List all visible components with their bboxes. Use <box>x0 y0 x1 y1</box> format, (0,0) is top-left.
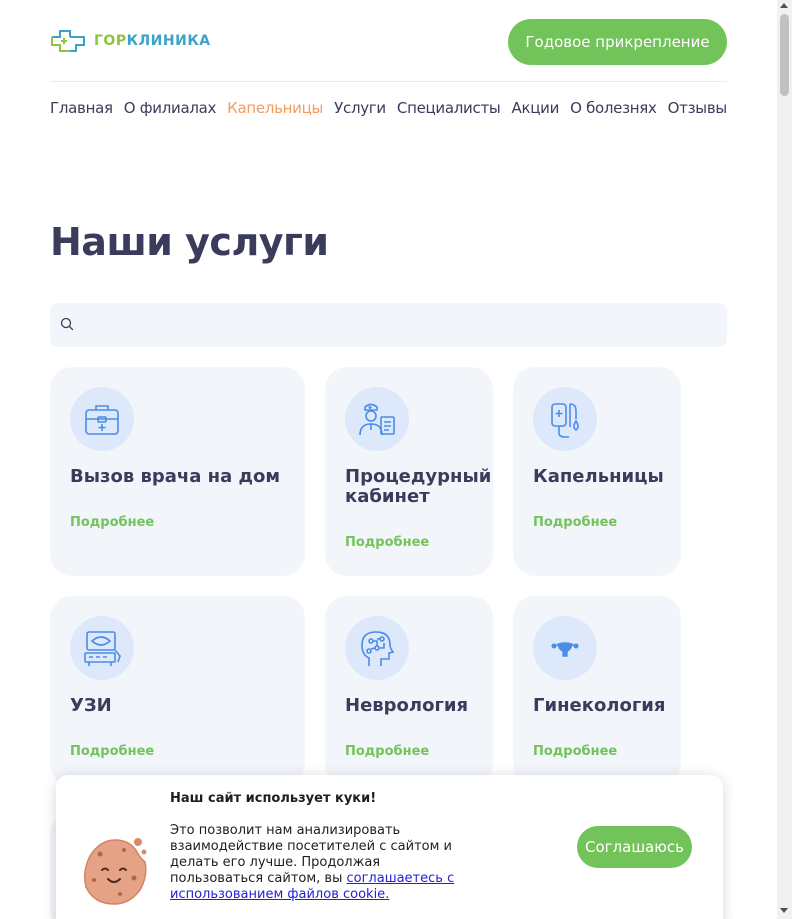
service-card-neurology[interactable]: Неврология Подробнее <box>325 596 493 786</box>
header-divider <box>50 81 727 82</box>
card-more-link[interactable]: Подробнее <box>70 744 154 759</box>
card-more-link[interactable]: Подробнее <box>70 515 154 530</box>
nav-item-specialists[interactable]: Специалисты <box>397 99 501 117</box>
nav-item-promotions[interactable]: Акции <box>512 99 560 117</box>
search-bar <box>50 303 727 347</box>
main-nav: Главная О филиалах Капельницы Услуги Спе… <box>50 99 727 117</box>
page-title: Наши услуги <box>50 220 329 264</box>
annual-subscription-button[interactable]: Годовое прикрепление <box>508 19 727 65</box>
nav-item-reviews[interactable]: Отзывы <box>668 99 728 117</box>
card-title: Гинекология <box>533 695 666 716</box>
card-title: Вызов врача на дом <box>70 466 281 487</box>
search-input[interactable] <box>86 303 716 347</box>
nav-item-iv-drips[interactable]: Капельницы <box>227 99 323 117</box>
card-title: Процедурный кабинет <box>345 466 492 507</box>
card-title: Неврология <box>345 695 469 716</box>
iv-drip-icon <box>533 387 597 451</box>
cookie-banner: Наш сайт использует куки! Это позволит н… <box>56 775 723 919</box>
nav-item-services[interactable]: Услуги <box>334 99 386 117</box>
card-more-link[interactable]: Подробнее <box>533 744 617 759</box>
nav-item-home[interactable]: Главная <box>50 99 113 117</box>
nav-item-branches[interactable]: О филиалах <box>124 99 217 117</box>
scroll-up-icon[interactable] <box>780 3 788 8</box>
scrollbar-thumb[interactable] <box>780 14 789 96</box>
uterus-icon <box>533 616 597 680</box>
brain-head-icon <box>345 616 409 680</box>
logo[interactable]: ГОРКЛИНИКА <box>50 29 211 53</box>
service-card-procedure-room[interactable]: Процедурный кабинет Подробнее <box>325 367 493 576</box>
nurse-icon <box>345 387 409 451</box>
card-more-link[interactable]: Подробнее <box>533 515 617 530</box>
service-card-home-visit[interactable]: Вызов врача на дом Подробнее <box>50 367 305 576</box>
logo-cross-icon <box>51 30 85 52</box>
medical-kit-icon <box>70 387 134 451</box>
card-more-link[interactable]: Подробнее <box>345 744 429 759</box>
page-scrollbar[interactable] <box>777 0 792 919</box>
cookie-title: Наш сайт использует куки! <box>170 791 377 806</box>
card-title: Капельницы <box>533 466 664 487</box>
ultrasound-icon <box>70 616 134 680</box>
card-title: УЗИ <box>70 695 112 716</box>
search-icon <box>60 317 74 331</box>
card-more-link[interactable]: Подробнее <box>345 535 429 550</box>
cookie-text: Это позволит нам анализировать взаимодей… <box>170 823 475 903</box>
service-card-iv-drips[interactable]: Капельницы Подробнее <box>513 367 681 576</box>
page: ГОРКЛИНИКА Годовое прикрепление Главная … <box>0 0 777 919</box>
service-card-ultrasound[interactable]: УЗИ Подробнее <box>50 596 305 786</box>
cookie-icon <box>83 838 147 905</box>
nav-item-diseases[interactable]: О болезнях <box>570 99 657 117</box>
service-card-gynecology[interactable]: Гинекология Подробнее <box>513 596 681 786</box>
cookie-agree-button[interactable]: Соглашаюсь <box>577 826 692 868</box>
logo-text: ГОРКЛИНИКА <box>94 33 211 49</box>
scroll-down-icon[interactable] <box>780 908 788 913</box>
